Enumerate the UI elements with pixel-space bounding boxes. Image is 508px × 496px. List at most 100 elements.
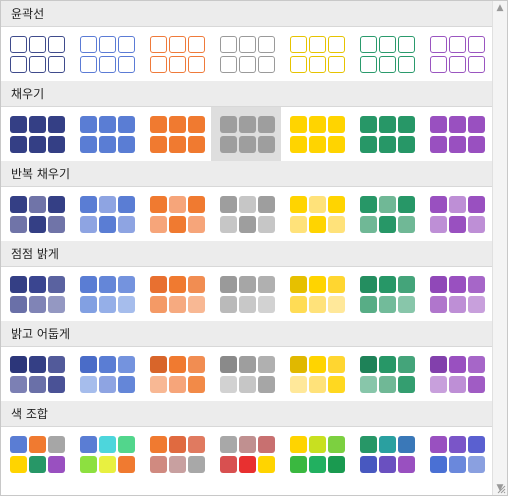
color-swatch-option[interactable] — [421, 187, 491, 241]
swatch-cell — [258, 456, 275, 473]
color-swatch-option[interactable] — [351, 27, 421, 81]
color-swatch-option[interactable] — [1, 347, 71, 401]
swatch-cell — [99, 116, 116, 133]
swatch-cell — [220, 216, 237, 233]
swatch-row — [1, 27, 492, 81]
color-swatch-option[interactable] — [351, 267, 421, 321]
swatch-cell — [309, 56, 326, 73]
swatch-cell — [449, 376, 466, 393]
scroll-up-icon[interactable]: ▲ — [493, 1, 507, 15]
swatch-cell — [290, 36, 307, 53]
color-swatch-option[interactable] — [71, 267, 141, 321]
swatch-preview — [220, 436, 278, 474]
swatch-cell — [309, 196, 326, 213]
swatch-cell — [449, 456, 466, 473]
color-swatch-option[interactable] — [71, 27, 141, 81]
color-swatch-option[interactable] — [1, 427, 71, 481]
swatch-cell — [258, 56, 275, 73]
color-swatch-option[interactable] — [141, 107, 211, 161]
swatch-cell — [80, 456, 97, 473]
color-swatch-option[interactable] — [71, 107, 141, 161]
swatch-cell — [309, 356, 326, 373]
color-swatch-option[interactable] — [1, 27, 71, 81]
color-swatch-option[interactable] — [71, 347, 141, 401]
section-header: 반복 채우기 — [1, 161, 492, 187]
swatch-cell — [118, 36, 135, 53]
swatch-row — [1, 267, 492, 321]
swatch-cell — [290, 56, 307, 73]
color-swatch-option[interactable] — [71, 427, 141, 481]
vertical-scrollbar[interactable]: ▲ ▼ — [492, 1, 507, 495]
color-swatch-option[interactable] — [351, 187, 421, 241]
color-swatch-option[interactable] — [211, 107, 281, 161]
swatch-cell — [449, 56, 466, 73]
color-swatch-option[interactable] — [421, 107, 491, 161]
swatch-cell — [48, 196, 65, 213]
swatch-cell — [360, 376, 377, 393]
swatch-cell — [150, 116, 167, 133]
color-swatch-option[interactable] — [281, 267, 351, 321]
swatch-cell — [328, 116, 345, 133]
color-swatch-option[interactable] — [421, 347, 491, 401]
color-swatch-option[interactable] — [141, 347, 211, 401]
swatch-cell — [99, 196, 116, 213]
color-swatch-option[interactable] — [71, 187, 141, 241]
swatch-cell — [220, 56, 237, 73]
swatch-cell — [379, 456, 396, 473]
color-swatch-option[interactable] — [211, 347, 281, 401]
color-swatch-option[interactable] — [141, 187, 211, 241]
swatch-cell — [360, 276, 377, 293]
color-swatch-option[interactable] — [351, 427, 421, 481]
color-swatch-option[interactable] — [421, 427, 491, 481]
swatch-cell — [430, 356, 447, 373]
color-swatch-option[interactable] — [1, 187, 71, 241]
color-swatch-option[interactable] — [141, 267, 211, 321]
color-swatch-option[interactable] — [281, 27, 351, 81]
swatch-cell — [169, 456, 186, 473]
color-swatch-option[interactable] — [211, 427, 281, 481]
resize-grip-icon[interactable] — [496, 484, 506, 494]
color-swatch-option[interactable] — [351, 107, 421, 161]
swatch-cell — [80, 196, 97, 213]
swatch-cell — [309, 376, 326, 393]
swatch-preview — [360, 276, 418, 314]
color-swatch-option[interactable] — [351, 347, 421, 401]
swatch-cell — [118, 216, 135, 233]
swatch-cell — [379, 136, 396, 153]
color-swatch-option[interactable] — [211, 187, 281, 241]
color-swatch-option[interactable] — [1, 267, 71, 321]
color-swatch-option[interactable] — [281, 347, 351, 401]
swatch-cell — [360, 216, 377, 233]
swatch-cell — [150, 296, 167, 313]
swatch-cell — [48, 376, 65, 393]
swatch-cell — [449, 436, 466, 453]
swatch-cell — [169, 376, 186, 393]
swatch-cell — [468, 56, 485, 73]
swatch-cell — [328, 136, 345, 153]
swatch-preview — [10, 116, 68, 154]
color-swatch-option[interactable] — [1, 107, 71, 161]
swatch-cell — [150, 356, 167, 373]
swatch-cell — [169, 276, 186, 293]
swatch-cell — [220, 276, 237, 293]
swatch-cell — [360, 296, 377, 313]
swatch-cell — [48, 436, 65, 453]
swatch-cell — [290, 456, 307, 473]
swatch-cell — [468, 196, 485, 213]
color-swatch-option[interactable] — [281, 107, 351, 161]
swatch-preview — [430, 276, 488, 314]
swatch-cell — [398, 376, 415, 393]
swatch-cell — [398, 276, 415, 293]
color-swatch-option[interactable] — [141, 427, 211, 481]
swatch-cell — [29, 276, 46, 293]
color-swatch-option[interactable] — [211, 267, 281, 321]
color-swatch-option[interactable] — [281, 427, 351, 481]
color-swatch-option[interactable] — [141, 27, 211, 81]
swatch-cell — [80, 136, 97, 153]
swatch-cell — [398, 136, 415, 153]
color-swatch-option[interactable] — [421, 267, 491, 321]
color-swatch-option[interactable] — [211, 27, 281, 81]
color-swatch-option[interactable] — [281, 187, 351, 241]
swatch-cell — [398, 436, 415, 453]
color-swatch-option[interactable] — [421, 27, 491, 81]
